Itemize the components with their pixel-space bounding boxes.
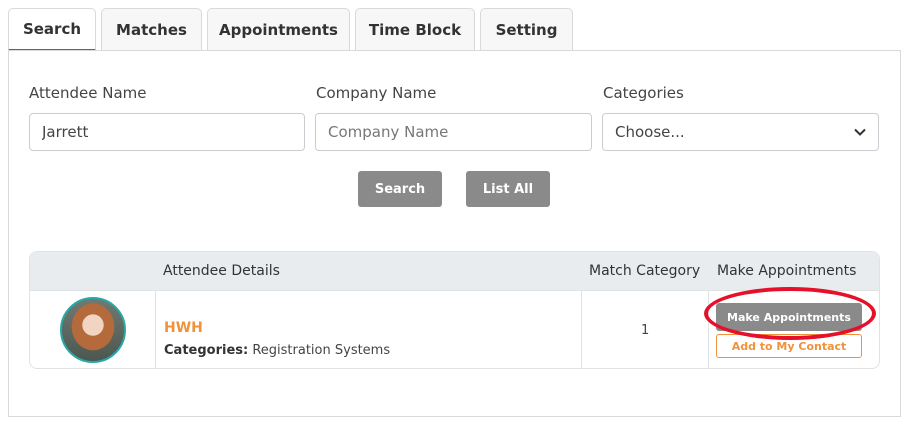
attendee-name-input[interactable]: [29, 113, 305, 151]
header-match-category: Match Category: [589, 263, 701, 279]
header-make-appointments: Make Appointments: [717, 263, 857, 279]
table-header: Attendee Details Match Category Make App…: [30, 252, 879, 291]
categories-selected-value: Choose...: [615, 123, 685, 141]
tab-matches-label: Matches: [116, 21, 187, 39]
avatar: [60, 297, 126, 363]
company-name-label: Company Name: [316, 84, 437, 102]
header-attendee-details: Attendee Details: [163, 263, 280, 279]
tab-setting-label: Setting: [495, 21, 558, 39]
attendee-categories: Categories: Registration Systems: [164, 343, 390, 358]
match-category-count: 1: [641, 323, 650, 338]
tab-setting[interactable]: Setting: [480, 8, 573, 51]
categories-label: Categories: [603, 84, 684, 102]
list-all-button[interactable]: List All: [466, 171, 550, 207]
tab-time-block-label: Time Block: [368, 21, 462, 39]
tab-matches[interactable]: Matches: [101, 8, 202, 51]
column-divider: [581, 291, 582, 368]
tab-appointments-label: Appointments: [219, 21, 338, 39]
company-name-input[interactable]: [315, 113, 592, 151]
column-divider: [155, 291, 156, 368]
tab-search[interactable]: Search: [8, 8, 96, 51]
add-to-my-contact-button[interactable]: Add to My Contact: [716, 334, 862, 358]
categories-select[interactable]: Choose...: [602, 113, 879, 151]
categories-value: Registration Systems: [252, 343, 391, 358]
results-table: Attendee Details Match Category Make App…: [29, 251, 880, 369]
search-button[interactable]: Search: [358, 171, 442, 207]
attendee-name-label: Attendee Name: [29, 84, 147, 102]
make-appointments-button[interactable]: Make Appointments: [716, 303, 862, 331]
attendee-name-link[interactable]: HWH: [164, 320, 203, 336]
categories-key: Categories:: [164, 343, 249, 358]
column-divider: [708, 291, 709, 368]
tab-search-label: Search: [22, 20, 82, 38]
tab-appointments[interactable]: Appointments: [207, 8, 350, 51]
chevron-down-icon: [854, 128, 866, 136]
tab-time-block[interactable]: Time Block: [355, 8, 475, 51]
